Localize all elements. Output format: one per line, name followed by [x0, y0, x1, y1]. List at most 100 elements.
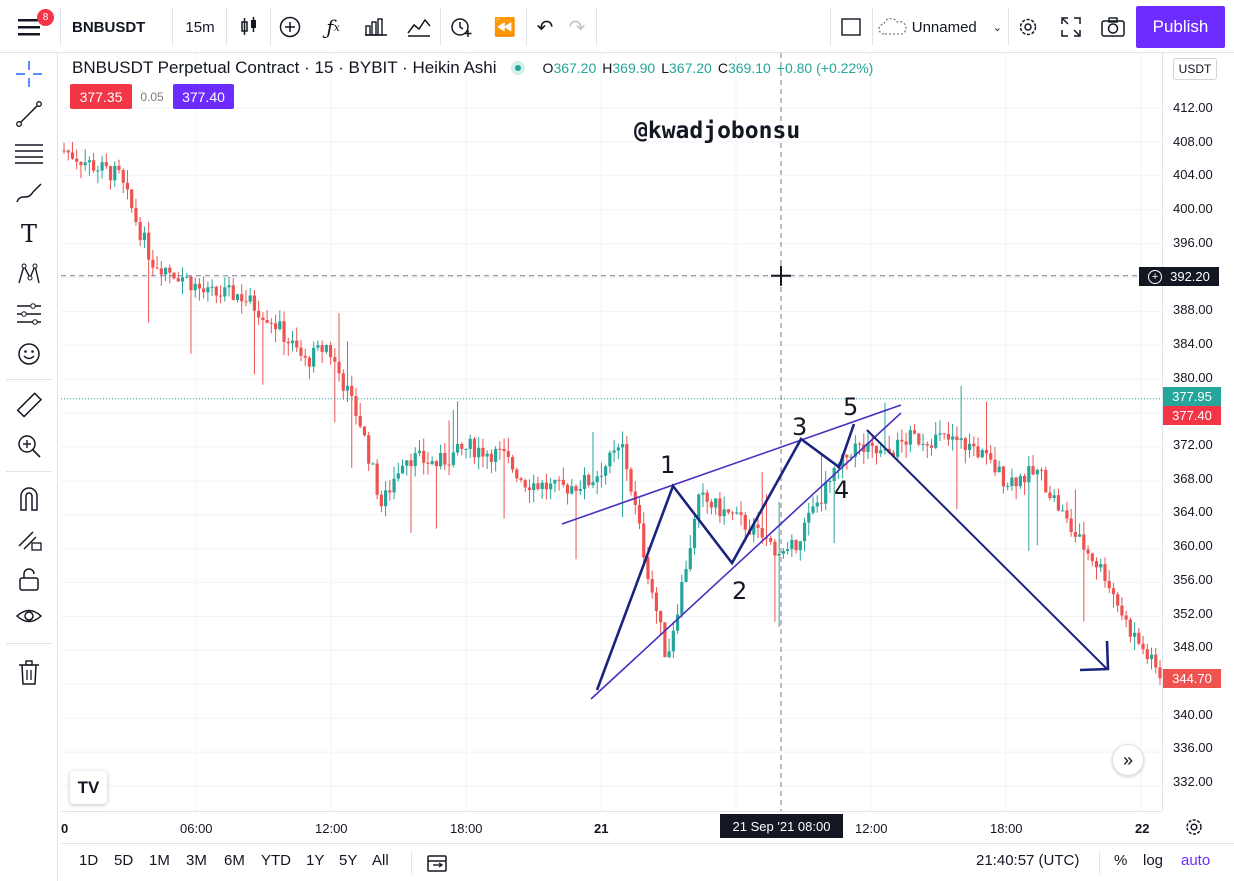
candle-body — [240, 294, 244, 302]
ruler-icon[interactable] — [9, 390, 49, 422]
layout-save-button[interactable]: Unnamed ⌄ — [878, 8, 1002, 46]
candle-body — [510, 456, 515, 470]
candle-body — [929, 445, 934, 448]
lock-icon[interactable] — [9, 563, 49, 595]
range-1d[interactable]: 1D — [79, 852, 98, 869]
price-label: 336.00 — [1173, 740, 1213, 756]
range-6m[interactable]: 6M — [224, 852, 245, 869]
compare-add-icon[interactable] — [274, 8, 306, 46]
price-axis[interactable]: USDT 412.00408.00404.00400.00396.00392.0… — [1139, 53, 1234, 811]
candle-body — [625, 444, 629, 470]
candle-body — [316, 345, 320, 348]
symbol-search-button[interactable]: BNBUSDT — [66, 8, 166, 46]
divider — [596, 8, 597, 46]
templates-icon[interactable] — [358, 8, 394, 46]
range-ytd[interactable]: YTD — [261, 852, 291, 869]
fib-icon[interactable] — [9, 138, 49, 170]
candle-body — [1073, 531, 1077, 537]
candle-body — [121, 170, 125, 183]
eye-icon[interactable] — [9, 601, 49, 633]
candle-body — [709, 501, 714, 508]
clock-timezone[interactable]: 21:40:57 (UTC) — [976, 852, 1079, 869]
range-1y[interactable]: 1Y — [306, 852, 324, 869]
candle-body — [1001, 466, 1006, 487]
ask-price-flag: 377.95 — [1163, 387, 1221, 406]
pattern-icon[interactable] — [9, 258, 49, 290]
candle-body — [997, 466, 1001, 473]
candle-body — [942, 433, 946, 435]
ideas-chart-icon[interactable] — [400, 8, 438, 46]
chart-pane[interactable] — [61, 53, 1162, 811]
candle-body — [147, 232, 151, 260]
chevron-down-icon: ⌄ — [992, 21, 1002, 34]
buy-price-button[interactable]: 377.40 — [173, 84, 234, 109]
settings-gear-icon[interactable] — [1180, 814, 1208, 840]
spread-value: 0.05 — [140, 89, 164, 104]
emoji-icon[interactable] — [9, 338, 49, 370]
chart-type-icon[interactable] — [232, 8, 266, 46]
candle-body — [362, 426, 367, 436]
range-1m[interactable]: 1M — [149, 852, 170, 869]
zoom-in-icon[interactable] — [9, 430, 49, 462]
crosshair-icon[interactable] — [9, 58, 49, 90]
fullscreen-layout-icon[interactable] — [836, 8, 866, 46]
candle-body — [312, 347, 316, 367]
alert-icon[interactable] — [444, 8, 478, 46]
trash-icon[interactable] — [9, 657, 49, 689]
candle-body — [984, 449, 989, 454]
candle-body — [714, 498, 718, 508]
lock-draw-icon[interactable] — [9, 523, 49, 555]
tradingview-logo[interactable]: TV — [70, 771, 107, 804]
currency-button[interactable]: USDT — [1173, 58, 1217, 80]
log-scale-toggle[interactable]: log — [1143, 852, 1163, 869]
range-5d[interactable]: 5D — [114, 852, 133, 869]
magnet-icon[interactable] — [9, 483, 49, 515]
legend-title[interactable]: BNBUSDT Perpetual Contract · 15 · BYBIT … — [72, 58, 497, 78]
fullscreen-icon[interactable] — [1054, 8, 1088, 46]
ohlc-high: 369.90 — [612, 60, 656, 76]
candlestick-chart[interactable] — [61, 53, 1162, 811]
candle-body — [87, 160, 91, 163]
replay-icon[interactable]: ⏪ — [488, 8, 522, 46]
candle-body — [227, 285, 231, 288]
text-icon[interactable]: T — [9, 218, 49, 250]
settings-gear-icon[interactable] — [1012, 8, 1044, 46]
candle-body — [168, 267, 172, 273]
brush-icon[interactable] — [9, 178, 49, 210]
publish-button[interactable]: Publish — [1136, 6, 1225, 48]
forecast-icon[interactable] — [9, 298, 49, 330]
breakdown-line — [866, 429, 1108, 670]
plus-circle-icon[interactable]: + — [1148, 269, 1163, 284]
ohlc-open-key: O — [542, 60, 554, 76]
percent-scale-toggle[interactable]: % — [1114, 852, 1127, 869]
ohlc-low-key: L — [661, 60, 670, 76]
candle-body — [113, 165, 117, 181]
time-axis[interactable]: 0 06:00 12:00 18:00 21 12:00 18:00 22 — [61, 811, 1162, 843]
candle-body — [917, 433, 921, 445]
undo-icon[interactable]: ↶ — [530, 8, 560, 46]
candle-body — [684, 569, 688, 583]
candle-body — [972, 443, 976, 447]
wave-label-3: 3 — [792, 413, 808, 441]
cloud-icon — [878, 18, 907, 35]
range-3m[interactable]: 3M — [186, 852, 207, 869]
redo-icon[interactable]: ↷ — [562, 8, 592, 46]
range-5y[interactable]: 5Y — [339, 852, 357, 869]
series-legend: BNBUSDT Perpetual Contract · 15 · BYBIT … — [72, 56, 873, 80]
range-all[interactable]: All — [372, 852, 389, 869]
candle-body — [92, 160, 96, 171]
date-range-icon[interactable] — [427, 853, 449, 878]
camera-icon[interactable] — [1096, 8, 1130, 46]
candle-body — [481, 447, 485, 457]
auto-scale-toggle[interactable]: auto — [1181, 852, 1210, 869]
scroll-to-realtime-button[interactable]: » — [1112, 744, 1144, 776]
candle-body — [468, 438, 472, 449]
candle-body — [75, 158, 79, 162]
candle-body — [582, 474, 587, 489]
candle-body — [654, 592, 659, 611]
interval-button[interactable]: 15m — [178, 8, 222, 46]
trendline-icon[interactable] — [9, 98, 49, 130]
indicators-icon[interactable]: ƒx — [316, 8, 350, 46]
sell-price-button[interactable]: 377.35 — [70, 84, 132, 109]
status-dot-icon — [510, 61, 525, 75]
